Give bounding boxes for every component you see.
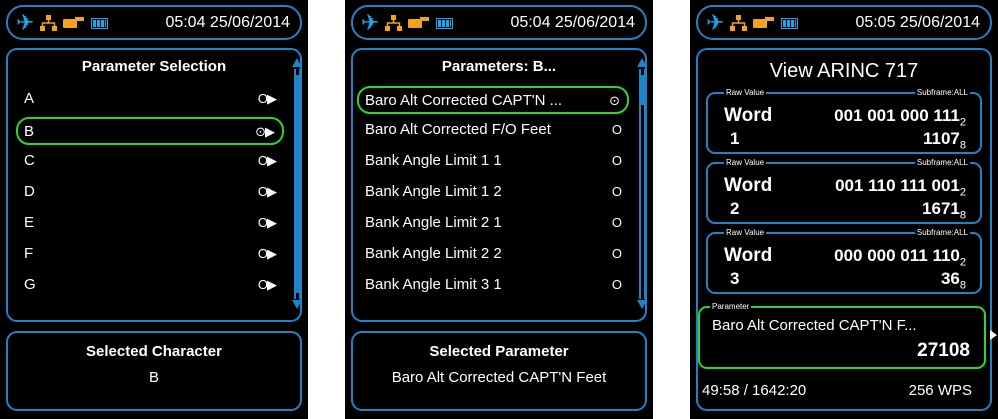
battery-pack-icon	[63, 17, 85, 29]
list-item-selected[interactable]: Baro Alt Corrected CAPT'N ... ⊙	[357, 86, 629, 114]
airplane-icon: ✈	[706, 10, 725, 35]
radio-arrow-icon: O▶	[257, 184, 277, 199]
network-icon	[730, 14, 748, 31]
network-icon	[385, 14, 403, 31]
airplane-icon: ✈	[16, 10, 35, 35]
list-item[interactable]: G O▶	[16, 272, 284, 300]
parameter-box[interactable]: Parameter Baro Alt Corrected CAPT'N F...…	[698, 302, 986, 369]
subframe-legend: Subframe:ALL	[914, 88, 970, 97]
word-octal: 368	[940, 269, 966, 292]
word-box[interactable]: Raw Value Subframe:ALL Word 1 001 001 00…	[706, 88, 982, 154]
word-number: 1	[730, 129, 740, 148]
panel-title: Parameter Selection	[81, 58, 227, 75]
radio-arrow-icon: O▶	[257, 153, 277, 168]
view-arinc-screen: ✈ 05:05 25/06/2014 View ARINC 717 Raw Va…	[690, 0, 998, 419]
raw-value-legend: Raw Value	[724, 228, 767, 237]
scroll-up-icon[interactable]	[637, 58, 647, 67]
parameter-value: 27108	[917, 340, 970, 361]
status-bar: ✈ 05:05 25/06/2014	[696, 5, 992, 40]
scroll-up-icon[interactable]	[292, 58, 302, 67]
datetime: 05:05 25/06/2014	[855, 14, 980, 31]
parameters-list-screen: ✈ 05:04 25/06/2014 Parameters: B... Baro…	[345, 0, 653, 419]
word-box[interactable]: Raw Value Subframe:ALL Word 3 000 000 01…	[706, 228, 982, 294]
scrollbar[interactable]	[294, 69, 301, 299]
network-icon	[40, 14, 58, 31]
radio-icon: O	[611, 184, 622, 199]
word-label: Word	[724, 245, 773, 266]
radio-icon: O	[611, 277, 622, 292]
radio-arrow-icon: ⊙▶	[255, 124, 275, 139]
word-octal: 16718	[922, 199, 966, 222]
selected-character-value: B	[148, 369, 159, 386]
list-item[interactable]: E O▶	[16, 210, 284, 238]
list-item[interactable]: Bank Angle Limit 2 2O	[357, 241, 629, 269]
list-item[interactable]: Bank Angle Limit 1 2O	[357, 179, 629, 207]
list-item[interactable]: Bank Angle Limit 1 1O	[357, 148, 629, 176]
list-item-selected[interactable]: B ⊙▶	[16, 117, 284, 145]
selected-character-title: Selected Character	[86, 343, 222, 360]
parameter-list-panel: Parameter Selection A O▶ B ⊙▶ C O▶ D O▶ E O▶ …	[6, 48, 302, 322]
word-label: Word	[724, 105, 773, 126]
scroll-thumb[interactable]	[639, 75, 646, 105]
word-octal: 11078	[922, 129, 966, 152]
parameter-name: Baro Alt Corrected CAPT'N F...	[712, 317, 917, 334]
scrollbar[interactable]	[639, 69, 646, 299]
signal-level-icon	[436, 17, 454, 29]
battery-pack-icon	[408, 17, 430, 29]
list-item[interactable]: Bank Angle Limit 3 1O	[357, 272, 629, 300]
parameter-list-panel: Parameters: B... Baro Alt Corrected CAPT…	[351, 48, 647, 322]
list-item[interactable]: Bank Angle Limit 2 1O	[357, 210, 629, 238]
raw-value-legend: Raw Value	[724, 158, 767, 167]
radio-arrow-icon: O▶	[257, 277, 277, 292]
list-item[interactable]: A O▶	[16, 86, 284, 114]
parameter-legend: Parameter	[710, 302, 752, 311]
datetime: 05:04 25/06/2014	[510, 14, 635, 31]
word-number: 2	[730, 199, 740, 218]
radio-icon: O	[611, 153, 622, 168]
word-number: 3	[730, 269, 740, 288]
radio-icon: ⊙	[609, 93, 620, 108]
radio-icon: O	[611, 215, 622, 230]
subframe-legend: Subframe:ALL	[914, 228, 970, 237]
signal-level-icon	[91, 17, 109, 29]
radio-icon: O	[611, 246, 622, 261]
word-label: Word	[724, 175, 773, 196]
raw-value-legend: Raw Value	[724, 88, 767, 97]
panel-title: View ARINC 717	[769, 60, 919, 82]
list-item[interactable]: F O▶	[16, 241, 284, 269]
airplane-icon: ✈	[361, 10, 380, 35]
radio-arrow-icon: O▶	[257, 91, 277, 106]
list-item[interactable]: Baro Alt Corrected F/O Feet O	[357, 117, 629, 145]
radio-icon: O	[611, 122, 622, 137]
status-bar: ✈ 05:04 25/06/2014	[351, 5, 647, 40]
scroll-down-icon[interactable]	[292, 300, 302, 309]
list-item[interactable]: D O▶	[16, 179, 284, 207]
parameter-selection-screen: ✈ 05:04 25/06/2014 Parameter Selection A…	[0, 0, 308, 419]
elapsed-time: 49:58 / 1642:20	[702, 382, 807, 399]
scroll-down-icon[interactable]	[637, 300, 647, 309]
radio-arrow-icon: O▶	[257, 215, 277, 230]
word-box[interactable]: Raw Value Subframe:ALL Word 2 001 110 11…	[706, 158, 982, 224]
panel-title: Parameters: B...	[441, 58, 557, 75]
datetime: 05:04 25/06/2014	[165, 14, 290, 31]
signal-level-icon	[781, 17, 799, 29]
radio-arrow-icon: O▶	[257, 246, 277, 261]
selected-parameter-value: Baro Alt Corrected CAPT'N Feet	[391, 369, 607, 386]
word-rate: 256 WPS	[908, 382, 972, 399]
subframe-legend: Subframe:ALL	[914, 158, 970, 167]
selected-parameter-title: Selected Parameter	[429, 343, 569, 360]
battery-pack-icon	[753, 17, 775, 29]
list-item[interactable]: C O▶	[16, 148, 284, 176]
selected-parameter-panel: Selected Parameter Baro Alt Corrected CA…	[351, 331, 647, 411]
selected-character-panel: Selected Character B	[6, 331, 302, 411]
status-bar: ✈ 05:04 25/06/2014	[6, 5, 302, 40]
next-arrow-icon[interactable]	[990, 330, 997, 340]
scroll-thumb[interactable]	[294, 75, 301, 293]
